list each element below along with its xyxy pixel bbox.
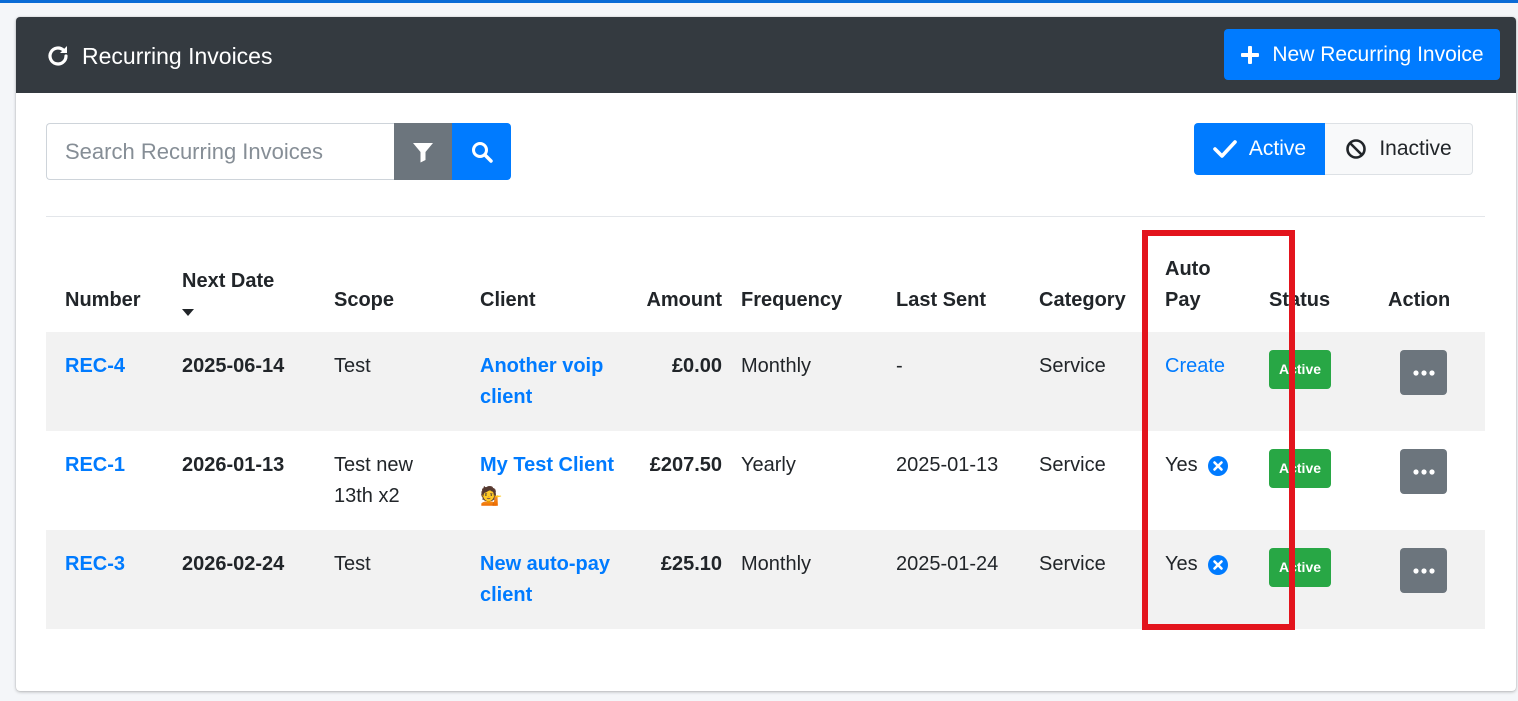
client-name-line1: New auto-pay xyxy=(480,553,611,575)
page-title-text: Recurring Invoices xyxy=(82,42,273,69)
recurring-invoices-table: Number Next Date Scope Client Amount Fre… xyxy=(46,254,1485,629)
column-header-amount[interactable]: Amount xyxy=(623,254,722,332)
action-menu-button[interactable] xyxy=(1400,350,1447,395)
table-header-row: Number Next Date Scope Client Amount Fre… xyxy=(46,254,1485,332)
ban-icon xyxy=(1346,139,1367,159)
inactive-toggle-button[interactable]: Inactive xyxy=(1325,123,1473,175)
column-header-client[interactable]: Client xyxy=(461,254,623,332)
status-badge: Active xyxy=(1269,449,1332,488)
column-header-action: Action xyxy=(1388,289,1451,311)
invoice-number-link[interactable]: REC-3 xyxy=(65,553,125,575)
top-accent-line xyxy=(0,0,1518,3)
auto-pay-yes: Yes xyxy=(1165,553,1198,575)
client-name-line1: Another voip xyxy=(480,355,604,377)
client-link[interactable]: My Test Client 💁 xyxy=(480,454,614,507)
category: Service xyxy=(1039,553,1106,575)
column-header-scope[interactable]: Scope xyxy=(315,254,461,332)
last-sent: 2025-01-24 xyxy=(896,553,999,575)
new-recurring-invoice-button[interactable]: New Recurring Invoice xyxy=(1224,29,1500,80)
client-emoji: 💁 xyxy=(480,486,503,506)
column-header-last-sent[interactable]: Last Sent xyxy=(877,254,1020,332)
scope-line1: Test new xyxy=(334,454,413,476)
column-header-frequency[interactable]: Frequency xyxy=(722,254,877,332)
action-menu-button[interactable] xyxy=(1400,449,1447,494)
sort-down-icon xyxy=(182,309,194,316)
action-menu-button[interactable] xyxy=(1400,548,1447,593)
client-link[interactable]: New auto-pay client xyxy=(480,553,610,606)
category: Service xyxy=(1039,355,1106,377)
ellipsis-icon xyxy=(1412,468,1435,475)
category: Service xyxy=(1039,454,1106,476)
ellipsis-icon xyxy=(1412,567,1435,574)
search-group xyxy=(46,123,511,180)
next-date: 2026-01-13 xyxy=(182,454,285,476)
frequency: Yearly xyxy=(741,454,796,476)
last-sent: 2025-01-13 xyxy=(896,454,999,476)
invoice-number-link[interactable]: REC-1 xyxy=(65,454,125,476)
plus-icon xyxy=(1241,45,1260,64)
times-circle-icon[interactable] xyxy=(1207,455,1228,476)
filter-button[interactable] xyxy=(394,123,452,180)
recurring-invoices-card: Recurring Invoices New Recurring Invoice xyxy=(16,17,1516,691)
client-name-line2: client xyxy=(480,584,533,606)
frequency: Monthly xyxy=(741,355,812,377)
auto-pay-status: Yes xyxy=(1165,450,1228,481)
status-badge: Active xyxy=(1269,548,1332,587)
refresh-icon xyxy=(48,46,68,66)
client-name-line2: client xyxy=(480,386,533,408)
last-sent: - xyxy=(896,355,903,377)
client-link[interactable]: Another voip client xyxy=(480,355,603,408)
amount: £25.10 xyxy=(660,553,722,575)
page-title: Recurring Invoices xyxy=(46,41,272,71)
filter-icon xyxy=(413,142,433,162)
column-header-auto-pay[interactable]: Auto Pay xyxy=(1146,254,1258,332)
column-header-next-date-label: Next Date xyxy=(182,270,275,292)
scope: Test xyxy=(334,553,371,575)
status-badge: Active xyxy=(1269,350,1332,389)
inactive-toggle-label: Inactive xyxy=(1379,137,1452,160)
column-header-auto-pay-line1: Auto xyxy=(1165,258,1211,280)
scope-line2: 13th x2 xyxy=(334,485,400,507)
next-date: 2025-06-14 xyxy=(182,355,285,377)
frequency: Monthly xyxy=(741,553,812,575)
column-header-status[interactable]: Status xyxy=(1258,254,1365,332)
auto-pay-create-link[interactable]: Create xyxy=(1165,355,1225,377)
status-toggle-group: Active Inactive xyxy=(1194,123,1473,175)
ellipsis-icon xyxy=(1412,369,1435,376)
column-header-category-label: Category xyxy=(1039,289,1126,311)
amount: £207.50 xyxy=(649,454,722,476)
table-row: REC-3 2026-02-24 Test New auto-pay clien… xyxy=(46,530,1485,629)
next-date: 2026-02-24 xyxy=(182,553,285,575)
column-header-auto-pay-line2: Pay xyxy=(1165,289,1201,311)
auto-pay-yes: Yes xyxy=(1165,454,1198,476)
search-button[interactable] xyxy=(452,123,511,180)
scope: Test xyxy=(334,355,371,377)
active-toggle-button[interactable]: Active xyxy=(1194,123,1325,175)
new-recurring-invoice-label: New Recurring Invoice xyxy=(1272,42,1484,66)
amount: £0.00 xyxy=(671,355,722,377)
card-header: Recurring Invoices New Recurring Invoice xyxy=(16,17,1516,93)
column-header-category[interactable]: Category xyxy=(1020,254,1146,332)
column-header-next-date[interactable]: Next Date xyxy=(163,254,315,332)
search-icon xyxy=(471,141,493,163)
table-row: REC-1 2026-01-13 Test new 13th x2 My Tes… xyxy=(46,431,1485,530)
column-header-number[interactable]: Number xyxy=(46,254,163,332)
invoice-number-link[interactable]: REC-4 xyxy=(65,355,125,377)
divider xyxy=(46,216,1485,217)
active-toggle-label: Active xyxy=(1248,137,1307,160)
auto-pay-status: Yes xyxy=(1165,549,1228,580)
times-circle-icon[interactable] xyxy=(1207,554,1228,575)
table-row: REC-4 2025-06-14 Test Another voip clien… xyxy=(46,332,1485,431)
check-icon xyxy=(1213,140,1237,158)
client-name-line1: My Test Client xyxy=(480,454,615,476)
search-input[interactable] xyxy=(46,123,394,180)
